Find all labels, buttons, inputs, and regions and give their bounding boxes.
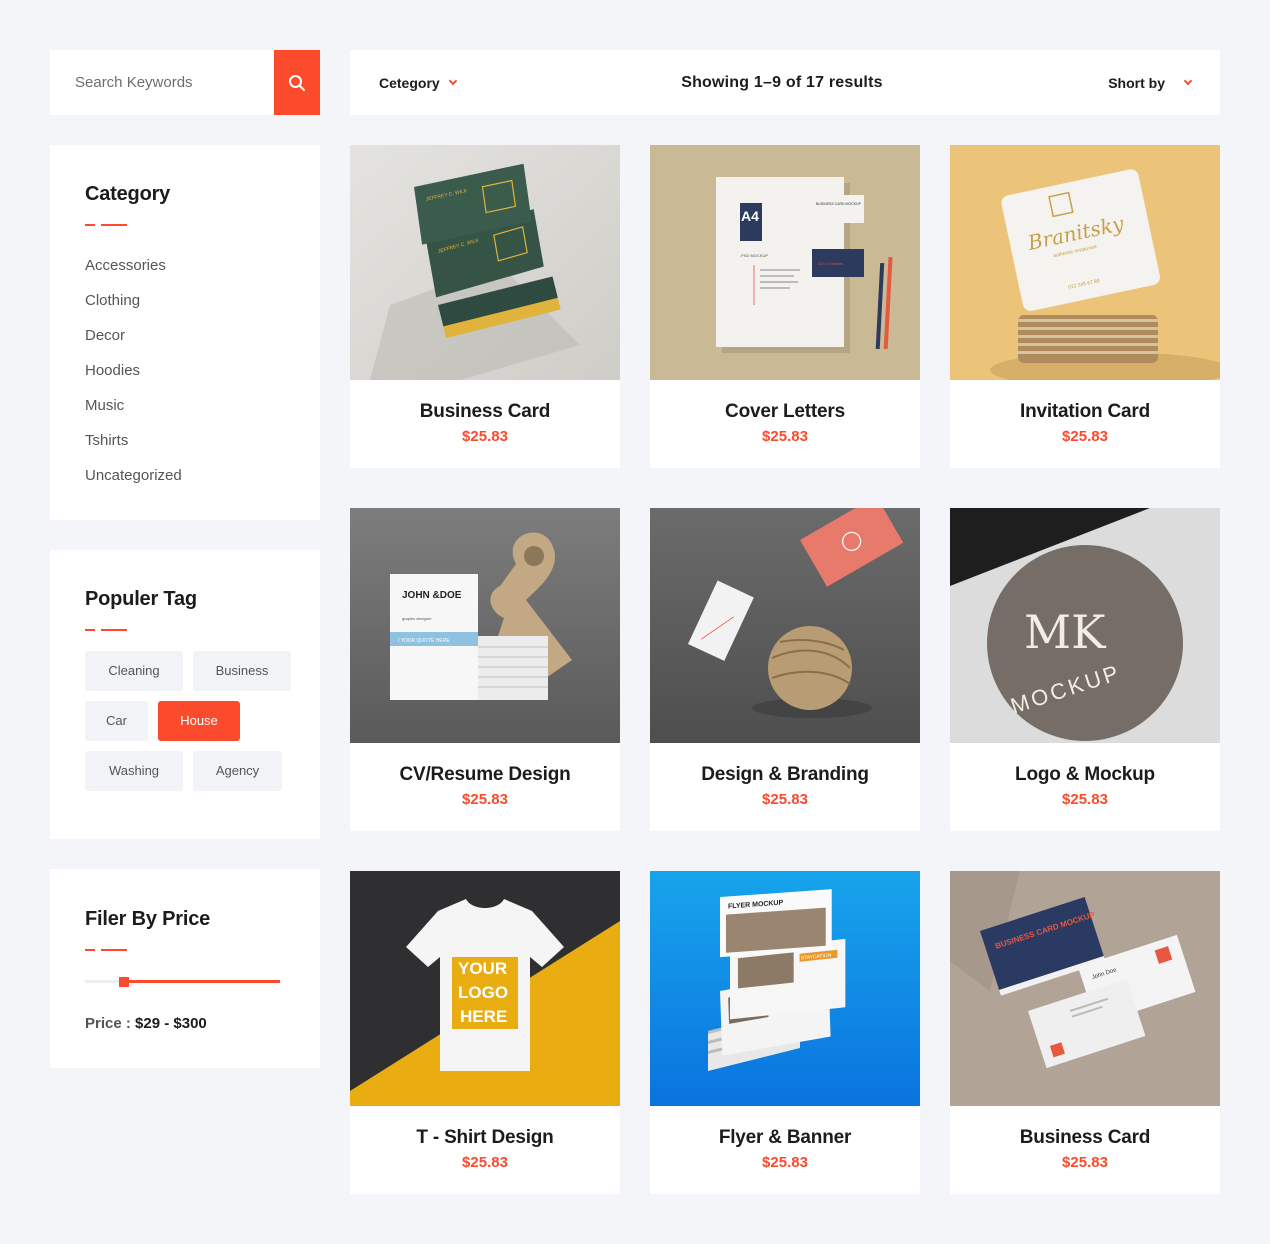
tag-washing[interactable]: Washing	[85, 751, 183, 791]
tag-house[interactable]: House	[158, 701, 240, 741]
product-price: $25.83	[462, 1154, 508, 1171]
price-value: $29 - $300	[135, 1015, 207, 1032]
designer-text: graphic designer	[402, 616, 432, 621]
product-name: CV/Resume Design	[399, 764, 571, 785]
category-dropdown-label: Cetegory	[379, 74, 440, 91]
product-image: A4 .PSD MOCKUP BUSINESS CARD MOCKUP 3,5 …	[650, 145, 920, 380]
tags-widget: Populer Tag Cleaning Business Car House …	[50, 550, 320, 839]
title-underline	[85, 949, 285, 951]
product-name: Flyer & Banner	[718, 1127, 852, 1148]
product-name: Logo & Mockup	[1015, 764, 1155, 785]
tag-business[interactable]: Business	[193, 651, 291, 691]
sort-dropdown-label: Short by	[1108, 74, 1165, 91]
product-price: $25.83	[1062, 428, 1108, 445]
psd-text: .PSD MOCKUP	[740, 253, 768, 258]
size-text: 3,5 x 2 inches	[818, 261, 843, 266]
product-name: Design & Branding	[701, 764, 869, 785]
a4-text: A4	[741, 208, 759, 224]
product-card[interactable]: A4 .PSD MOCKUP BUSINESS CARD MOCKUP 3,5 …	[650, 145, 920, 468]
product-card[interactable]: Design & Branding $25.83	[650, 508, 920, 831]
search-bar	[50, 50, 320, 115]
title-underline	[85, 224, 285, 226]
category-widget: Category Accessories Clothing Decor Hood…	[50, 145, 320, 520]
search-input[interactable]	[50, 50, 274, 115]
product-name: T - Shirt Design	[416, 1127, 554, 1148]
product-card[interactable]: Branitsky authentic restaurant 012 345 6…	[950, 145, 1220, 468]
category-item[interactable]: Decor	[85, 318, 285, 353]
category-item[interactable]: Tshirts	[85, 423, 285, 458]
product-name: Cover Letters	[725, 401, 845, 422]
product-image: BUSINESS CARD MOCKUP John Doe	[950, 871, 1220, 1106]
product-image: JOHN &DOE graphic designer / YOUR QUOTE …	[350, 508, 620, 743]
price-slider[interactable]	[85, 977, 280, 987]
product-card[interactable]: JOHN &DOE graphic designer / YOUR QUOTE …	[350, 508, 620, 831]
product-price: $25.83	[1062, 1154, 1108, 1171]
product-image: YOUR LOGO HERE	[350, 871, 620, 1106]
product-card[interactable]: YOUR LOGO HERE T - Shirt Design $25.83	[350, 871, 620, 1194]
product-image: MK MOCKUP	[950, 508, 1220, 743]
mk-text: MK	[1024, 605, 1107, 659]
tag-cleaning[interactable]: Cleaning	[85, 651, 183, 691]
product-price: $25.83	[762, 791, 808, 808]
category-item[interactable]: Music	[85, 388, 285, 423]
category-item[interactable]: Hoodies	[85, 353, 285, 388]
product-price: $25.83	[462, 791, 508, 808]
product-name: Invitation Card	[1019, 401, 1150, 422]
product-price: $25.83	[1062, 791, 1108, 808]
tag-car[interactable]: Car	[85, 701, 148, 741]
tags-title: Populer Tag	[85, 588, 197, 610]
product-image: JEFFREY C. WILK JEFFREY C. WILK	[350, 145, 620, 380]
product-card[interactable]: BUSINESS CARD MOCKUP John Doe Business C…	[950, 871, 1220, 1194]
tshirt-line-1: YOUR	[458, 959, 507, 978]
results-count: Showing 1–9 of 17 results	[681, 73, 883, 91]
product-name: Business Card	[1019, 1127, 1151, 1148]
product-card[interactable]: MK MOCKUP Logo & Mockup $25.83	[950, 508, 1220, 831]
tag-agency[interactable]: Agency	[193, 751, 282, 791]
product-card[interactable]: STAYCATION FLYER MOCKUP Flyer & Banner $…	[650, 871, 920, 1194]
price-title: Filer By Price	[85, 908, 211, 930]
search-button[interactable]	[274, 50, 320, 115]
quote-text: / YOUR QUOTE HERE	[398, 638, 450, 644]
search-icon	[289, 74, 305, 91]
product-image	[650, 508, 920, 743]
john-doe-text: JOHN &DOE	[402, 590, 462, 601]
sort-dropdown[interactable]: Short by	[1108, 74, 1193, 91]
shop-toolbar: Cetegory Showing 1–9 of 17 results Short…	[350, 50, 1220, 115]
tshirt-line-3: HERE	[460, 1007, 507, 1026]
price-widget: Filer By Price Price : $29 - $300	[50, 869, 320, 1068]
category-dropdown[interactable]: Cetegory	[379, 74, 457, 91]
title-underline	[85, 629, 285, 631]
product-price: $25.83	[462, 428, 508, 445]
category-item[interactable]: Clothing	[85, 283, 285, 318]
category-item[interactable]: Accessories	[85, 248, 285, 283]
category-list: Accessories Clothing Decor Hoodies Music…	[85, 248, 285, 493]
product-price: $25.83	[762, 1154, 808, 1171]
slider-range	[124, 980, 280, 983]
product-grid: JEFFREY C. WILK JEFFREY C. WILK Business…	[350, 145, 1220, 1194]
slider-handle[interactable]	[119, 977, 129, 987]
category-item[interactable]: Uncategorized	[85, 458, 285, 493]
product-card[interactable]: JEFFREY C. WILK JEFFREY C. WILK Business…	[350, 145, 620, 468]
product-name: Business Card	[419, 401, 551, 422]
product-image: STAYCATION FLYER MOCKUP	[650, 871, 920, 1106]
product-image: Branitsky authentic restaurant 012 345 6…	[950, 145, 1220, 380]
tag-cloud: Cleaning Business Car House Washing Agen…	[85, 651, 295, 791]
biz-mockup-text: BUSINESS CARD MOCKUP	[816, 202, 862, 206]
price-range-label: Price : $29 - $300	[85, 1015, 285, 1032]
product-price: $25.83	[762, 428, 808, 445]
price-label: Price :	[85, 1015, 131, 1032]
chevron-down-icon	[1183, 76, 1193, 85]
category-title: Category	[85, 183, 171, 205]
tshirt-line-2: LOGO	[458, 983, 508, 1002]
